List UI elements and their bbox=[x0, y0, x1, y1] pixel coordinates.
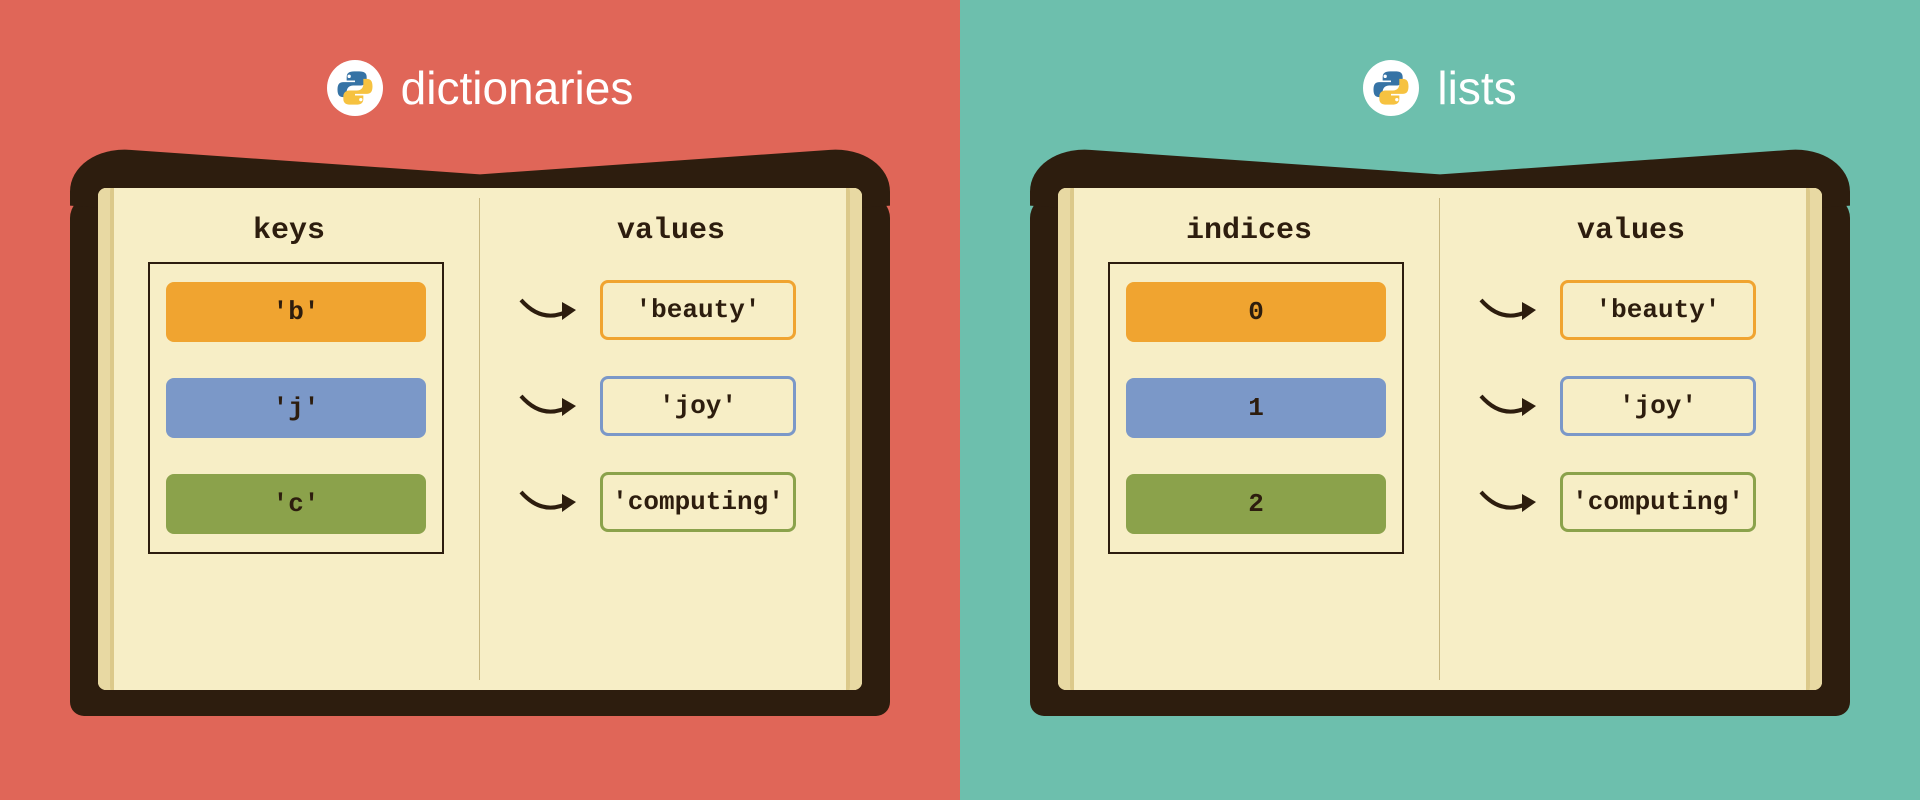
value-row: 'computing' bbox=[1478, 472, 1756, 532]
key-chip: 'b' bbox=[166, 282, 426, 342]
values-container: 'beauty' 'joy' 'computing' bbox=[510, 262, 812, 550]
indices-page: indices 0 1 2 bbox=[1058, 188, 1440, 690]
value-row: 'beauty' bbox=[518, 280, 796, 340]
book-graphic: keys 'b' 'j' 'c' values 'beauty' bbox=[70, 156, 890, 716]
value-chip: 'joy' bbox=[600, 376, 796, 436]
arrow-right-icon bbox=[518, 482, 588, 522]
arrow-right-icon bbox=[1478, 482, 1548, 522]
arrow-right-icon bbox=[518, 290, 588, 330]
arrow-right-icon bbox=[518, 386, 588, 426]
values-page: values 'beauty' 'joy' 'computing' bbox=[480, 188, 862, 690]
value-row: 'beauty' bbox=[1478, 280, 1756, 340]
book-graphic: indices 0 1 2 values 'beauty' ' bbox=[1030, 156, 1850, 716]
values-header: values bbox=[1470, 214, 1792, 248]
value-chip: 'computing' bbox=[600, 472, 796, 532]
keys-page: keys 'b' 'j' 'c' bbox=[98, 188, 480, 690]
key-chip: 'c' bbox=[166, 474, 426, 534]
title-row: dictionaries bbox=[327, 60, 634, 116]
python-logo-icon bbox=[1363, 60, 1419, 116]
value-chip: 'joy' bbox=[1560, 376, 1756, 436]
index-chip: 2 bbox=[1126, 474, 1386, 534]
indices-header: indices bbox=[1088, 214, 1410, 248]
python-logo-icon bbox=[327, 60, 383, 116]
value-chip: 'beauty' bbox=[600, 280, 796, 340]
arrow-right-icon bbox=[1478, 290, 1548, 330]
key-chip: 'j' bbox=[166, 378, 426, 438]
indices-container: 0 1 2 bbox=[1108, 262, 1404, 554]
value-row: 'joy' bbox=[1478, 376, 1756, 436]
index-chip: 1 bbox=[1126, 378, 1386, 438]
lists-panel: lists indices 0 1 2 values 'beauty' bbox=[960, 0, 1920, 800]
values-page: values 'beauty' 'joy' 'computing' bbox=[1440, 188, 1822, 690]
arrow-right-icon bbox=[1478, 386, 1548, 426]
value-row: 'joy' bbox=[518, 376, 796, 436]
dictionaries-panel: dictionaries keys 'b' 'j' 'c' values 'be… bbox=[0, 0, 960, 800]
panel-title: dictionaries bbox=[401, 61, 634, 115]
value-row: 'computing' bbox=[518, 472, 796, 532]
value-chip: 'beauty' bbox=[1560, 280, 1756, 340]
title-row: lists bbox=[1363, 60, 1516, 116]
panel-title: lists bbox=[1437, 61, 1516, 115]
keys-header: keys bbox=[128, 214, 450, 248]
keys-container: 'b' 'j' 'c' bbox=[148, 262, 444, 554]
values-container: 'beauty' 'joy' 'computing' bbox=[1470, 262, 1772, 550]
value-chip: 'computing' bbox=[1560, 472, 1756, 532]
values-header: values bbox=[510, 214, 832, 248]
index-chip: 0 bbox=[1126, 282, 1386, 342]
